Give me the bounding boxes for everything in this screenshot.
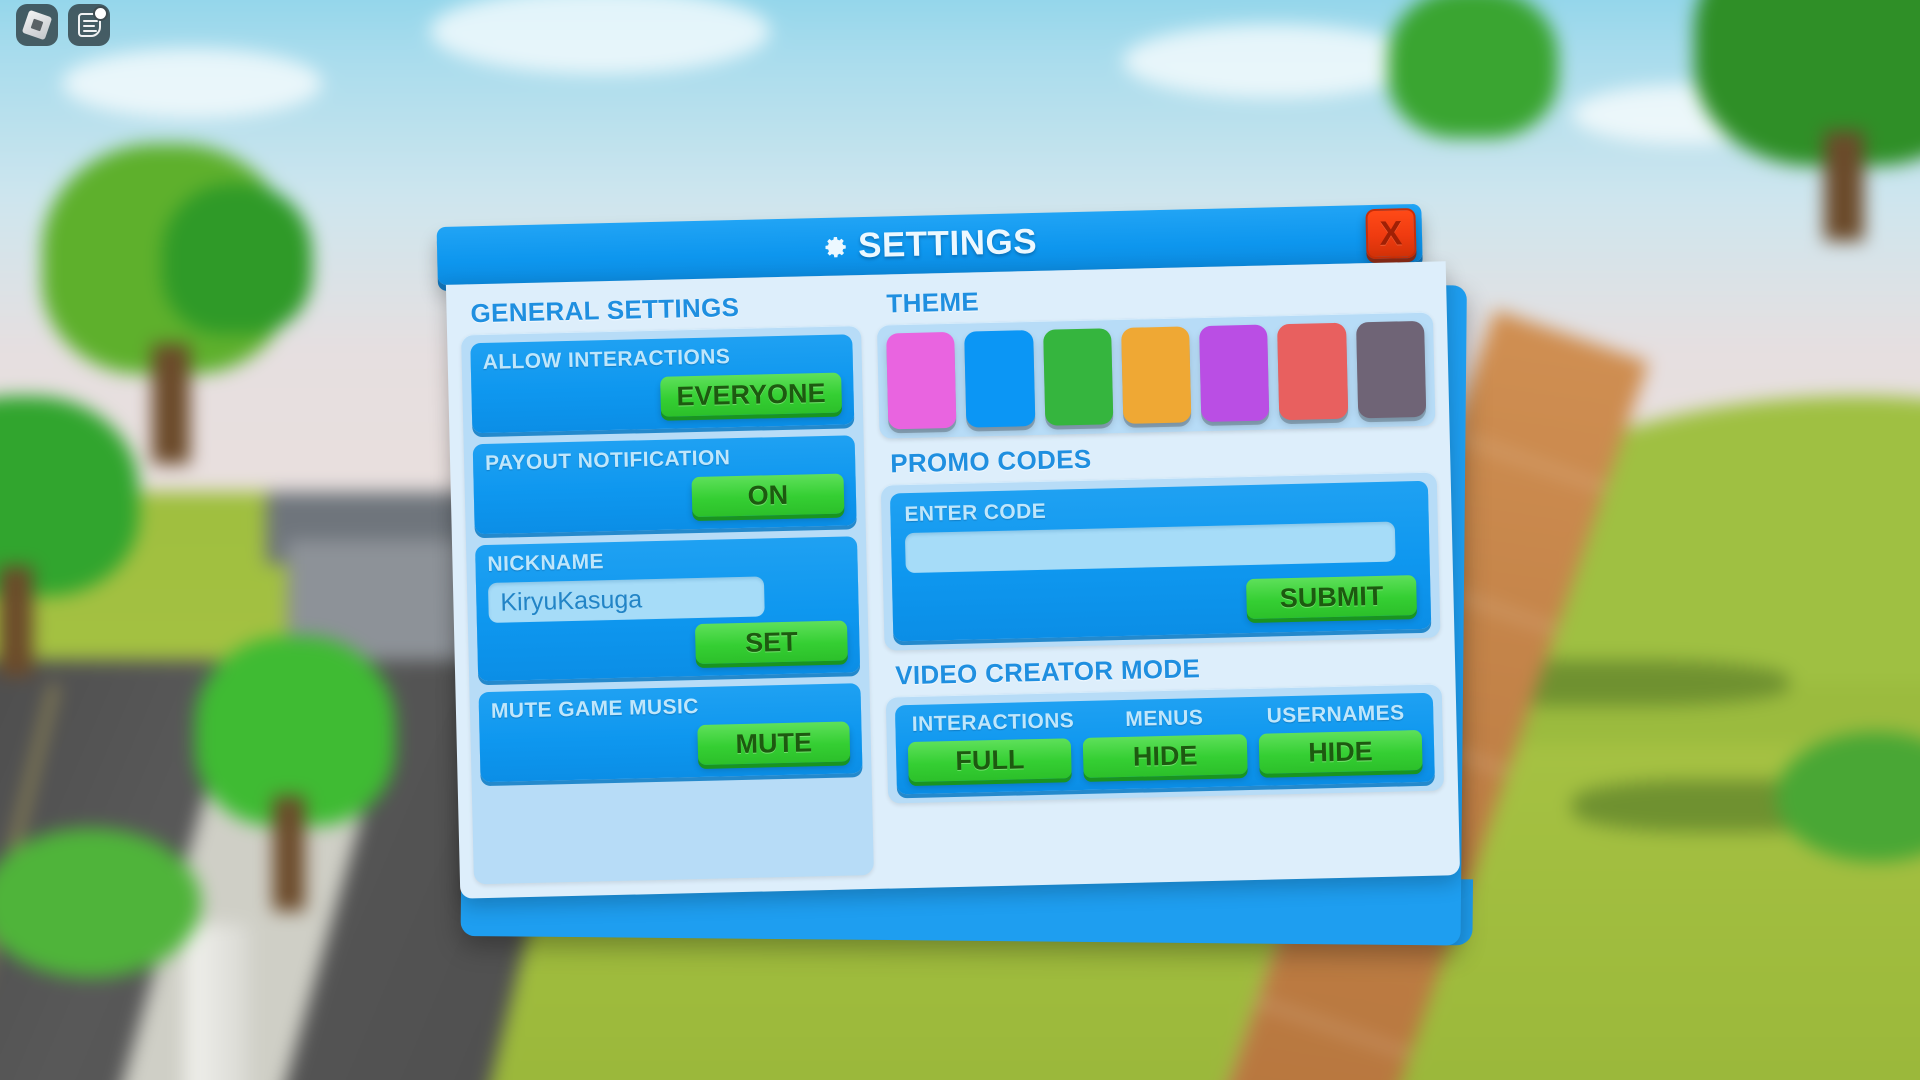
promo-submit-label: SUBMIT bbox=[1279, 580, 1384, 613]
payout-notification-toggle[interactable]: ON bbox=[691, 473, 845, 518]
theme-swatch-blue[interactable] bbox=[964, 330, 1035, 428]
setting-row-allow-interactions: ALLOW INTERACTIONS EVERYONE bbox=[470, 334, 855, 434]
right-column: THEME PROMO CODES ENTER CODE SUBMIT VIDE… bbox=[876, 274, 1446, 875]
nickname-set-label: SET bbox=[744, 626, 799, 658]
theme-swatch-gray[interactable] bbox=[1355, 320, 1427, 419]
cloud bbox=[62, 48, 323, 118]
settings-body: GENERAL SETTINGS ALLOW INTERACTIONS EVER… bbox=[445, 261, 1461, 899]
tree bbox=[1694, 0, 1920, 246]
close-icon: X bbox=[1379, 214, 1403, 253]
tree bbox=[0, 396, 159, 696]
close-button[interactable]: X bbox=[1365, 207, 1417, 260]
tree bbox=[185, 636, 415, 926]
theme-group bbox=[876, 311, 1436, 439]
promo-codes-group: ENTER CODE SUBMIT bbox=[880, 471, 1441, 651]
promo-code-card: ENTER CODE SUBMIT bbox=[889, 480, 1432, 642]
theme-swatch-orange[interactable] bbox=[1120, 326, 1192, 424]
cloud bbox=[1123, 24, 1424, 98]
mute-game-music-toggle[interactable]: MUTE bbox=[697, 721, 851, 766]
payout-notification-value: ON bbox=[747, 479, 789, 511]
row-label: PAYOUT NOTIFICATION bbox=[484, 446, 731, 475]
vcm-interactions-toggle[interactable]: FULL bbox=[907, 738, 1073, 783]
notification-badge-icon bbox=[93, 6, 108, 21]
video-creator-mode-card: INTERACTIONS MENUS USERNAMES FULL HIDE H… bbox=[894, 692, 1435, 795]
allow-interactions-toggle[interactable]: EVERYONE bbox=[660, 372, 843, 417]
page-title: SETTINGS bbox=[822, 222, 1038, 267]
nickname-set-button[interactable]: SET bbox=[694, 620, 848, 665]
vcm-interactions-value: FULL bbox=[955, 743, 1025, 776]
roblox-logo-icon[interactable] bbox=[16, 4, 58, 46]
settings-window: clubrobloxofficial SETTINGS X GENERAL SE… bbox=[436, 203, 1474, 957]
vcm-label-menus: MENUS bbox=[1125, 706, 1204, 731]
theme-swatch-pink[interactable] bbox=[886, 331, 957, 430]
vcm-usernames-value: HIDE bbox=[1307, 735, 1374, 768]
tree bbox=[1388, 0, 1578, 208]
allow-interactions-value: EVERYONE bbox=[676, 377, 826, 411]
promo-submit-button[interactable]: SUBMIT bbox=[1246, 575, 1417, 620]
roblox-overlay-icons bbox=[16, 4, 110, 46]
theme-swatch-green[interactable] bbox=[1042, 328, 1114, 426]
general-settings-heading: GENERAL SETTINGS bbox=[470, 291, 740, 329]
promo-enter-code-label: ENTER CODE bbox=[904, 499, 1047, 527]
vcm-menus-toggle[interactable]: HIDE bbox=[1083, 734, 1248, 778]
vcm-usernames-toggle[interactable]: HIDE bbox=[1258, 729, 1423, 774]
vcm-label-interactions: INTERACTIONS bbox=[911, 709, 1075, 736]
fence-post bbox=[184, 924, 251, 1080]
theme-swatch-row bbox=[886, 320, 1427, 430]
row-label: NICKNAME bbox=[487, 550, 605, 576]
setting-row-mute-game-music: MUTE GAME MUSIC MUTE bbox=[478, 683, 863, 783]
gear-icon bbox=[825, 236, 846, 257]
row-label: ALLOW INTERACTIONS bbox=[482, 345, 731, 375]
general-settings-group: ALLOW INTERACTIONS EVERYONE PAYOUT NOTIF… bbox=[461, 325, 874, 885]
setting-row-payout-notification: PAYOUT NOTIFICATION ON bbox=[472, 435, 857, 535]
vcm-menus-value: HIDE bbox=[1132, 739, 1198, 772]
video-creator-mode-group: INTERACTIONS MENUS USERNAMES FULL HIDE H… bbox=[885, 683, 1445, 804]
vcm-label-usernames: USERNAMES bbox=[1266, 701, 1405, 728]
general-settings-column: GENERAL SETTINGS ALLOW INTERACTIONS EVER… bbox=[460, 287, 874, 885]
mute-game-music-value: MUTE bbox=[735, 726, 813, 759]
setting-row-nickname: NICKNAME KiryuKasuga SET bbox=[475, 536, 861, 682]
chat-menu-icon[interactable] bbox=[68, 4, 110, 46]
theme-swatch-purple[interactable] bbox=[1199, 324, 1270, 423]
row-label: MUTE GAME MUSIC bbox=[490, 695, 700, 723]
theme-swatch-red[interactable] bbox=[1277, 322, 1348, 421]
nickname-input-value: KiryuKasuga bbox=[500, 584, 643, 617]
nickname-input[interactable]: KiryuKasuga bbox=[487, 576, 765, 623]
promo-code-input[interactable] bbox=[904, 521, 1396, 574]
video-creator-buttons: FULL HIDE HIDE bbox=[907, 729, 1423, 783]
window-title-label: SETTINGS bbox=[857, 221, 1038, 266]
